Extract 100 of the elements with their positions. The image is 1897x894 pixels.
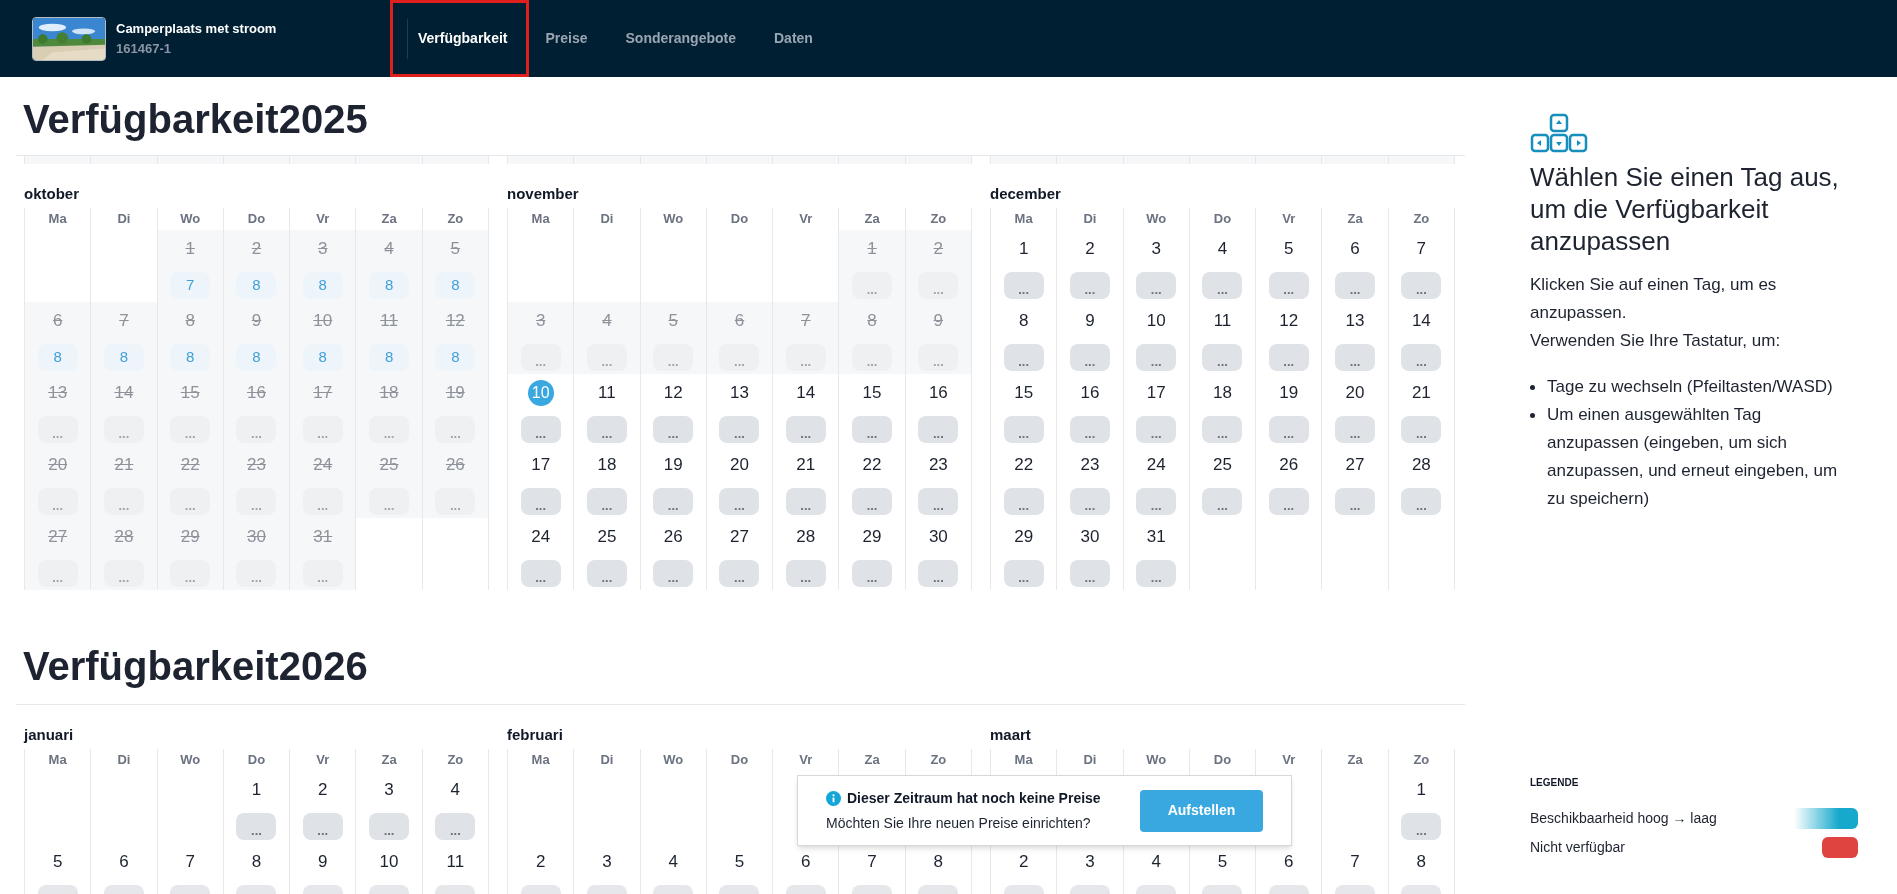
availability-chip[interactable]: ... (236, 488, 277, 515)
setup-button[interactable]: Aufstellen (1140, 789, 1263, 832)
availability-chip[interactable]: ... (653, 488, 694, 515)
availability-chip[interactable]: ... (1268, 344, 1309, 371)
availability-chip[interactable]: ... (918, 416, 959, 443)
availability-chip[interactable]: 8 (236, 344, 277, 371)
availability-chip[interactable]: ... (918, 560, 959, 587)
availability-chip[interactable]: ... (170, 560, 211, 587)
availability-chip[interactable]: ... (852, 560, 893, 587)
day-number[interactable]: 12 (663, 380, 683, 406)
availability-chip[interactable]: ... (369, 813, 410, 840)
day-number[interactable]: 1 (1018, 236, 1029, 262)
availability-chip[interactable]: ... (520, 488, 561, 515)
availability-chip[interactable]: ... (1069, 344, 1110, 371)
availability-chip[interactable]: 8 (435, 344, 476, 371)
day-number[interactable]: 3 (318, 236, 328, 262)
day-number[interactable]: 25 (379, 452, 399, 478)
day-number[interactable]: 21 (114, 452, 134, 478)
availability-chip[interactable]: ... (918, 488, 959, 515)
availability-chip[interactable]: ... (302, 416, 343, 443)
day-number[interactable]: 28 (796, 524, 816, 550)
day-number[interactable]: 16 (928, 380, 948, 406)
day-number[interactable]: 4 (384, 236, 394, 262)
availability-chip[interactable]: ... (1268, 272, 1309, 299)
day-number[interactable]: 27 (1345, 452, 1365, 478)
day-number[interactable]: 21 (1411, 380, 1431, 406)
day-number[interactable]: 7 (185, 849, 195, 875)
day-number[interactable]: 3 (384, 777, 394, 803)
day-number[interactable]: 7 (119, 308, 129, 334)
availability-chip[interactable]: ... (302, 813, 343, 840)
day-number[interactable]: 8 (1018, 308, 1029, 334)
availability-chip[interactable]: ... (520, 416, 561, 443)
day-number[interactable]: 7 (1416, 236, 1427, 262)
availability-chip[interactable]: ... (236, 416, 277, 443)
day-number[interactable]: 18 (1213, 380, 1232, 406)
day-number[interactable]: 8 (933, 849, 944, 875)
day-number[interactable]: 15 (862, 380, 882, 406)
availability-chip[interactable]: ... (1335, 344, 1376, 371)
availability-chip[interactable]: ... (1136, 488, 1177, 515)
day-number[interactable]: 10 (1146, 308, 1166, 334)
availability-chip[interactable]: ... (37, 488, 78, 515)
availability-chip[interactable]: ... (302, 560, 343, 587)
availability-chip[interactable]: ... (586, 560, 627, 587)
day-number[interactable]: 11 (598, 380, 616, 406)
availability-chip[interactable]: ... (1136, 272, 1177, 299)
availability-chip[interactable]: ... (1202, 272, 1243, 299)
availability-chip[interactable]: ... (719, 488, 760, 515)
availability-chip[interactable]: ... (1401, 416, 1442, 443)
day-number[interactable]: 22 (180, 452, 200, 478)
day-number[interactable]: 23 (1080, 452, 1100, 478)
day-number[interactable]: 1 (867, 236, 877, 262)
day-number[interactable]: 9 (318, 849, 328, 875)
day-number[interactable]: 22 (1014, 452, 1034, 478)
day-number[interactable]: 5 (1217, 849, 1228, 875)
availability-chip[interactable]: ... (719, 560, 760, 587)
availability-chip[interactable]: ... (1202, 488, 1243, 515)
availability-chip[interactable]: 8 (302, 272, 343, 299)
availability-chip[interactable]: ... (103, 416, 144, 443)
availability-chip[interactable]: ... (1003, 272, 1044, 299)
availability-chip[interactable]: ... (37, 560, 78, 587)
nav-tab[interactable]: Daten (764, 28, 823, 49)
availability-chip[interactable]: ... (1268, 416, 1309, 443)
availability-chip[interactable]: ... (1268, 488, 1309, 515)
availability-chip[interactable]: ... (1003, 560, 1044, 587)
day-number[interactable]: 5 (450, 236, 461, 262)
availability-chip[interactable]: ... (435, 488, 476, 515)
day-number[interactable]: 28 (114, 524, 134, 550)
availability-chip[interactable]: ... (1335, 488, 1376, 515)
day-number[interactable]: 8 (867, 308, 877, 334)
day-number[interactable]: 20 (48, 452, 68, 478)
day-number[interactable]: 5 (668, 308, 678, 334)
day-number[interactable]: 2 (1018, 849, 1029, 875)
day-number[interactable]: 7 (1350, 849, 1360, 875)
day-number[interactable]: 7 (867, 849, 877, 875)
day-number[interactable]: 2 (318, 777, 328, 803)
day-number[interactable]: 8 (1416, 849, 1427, 875)
availability-chip[interactable]: ... (1069, 488, 1110, 515)
availability-chip[interactable]: ... (719, 416, 760, 443)
day-number[interactable]: 18 (597, 452, 617, 478)
availability-chip[interactable]: 8 (369, 272, 410, 299)
day-number[interactable]: 6 (119, 849, 129, 875)
day-number[interactable]: 2 (251, 236, 262, 262)
day-number[interactable]: 17 (1146, 380, 1166, 406)
availability-chip[interactable]: ... (1069, 560, 1110, 587)
day-number[interactable]: 22 (862, 452, 882, 478)
day-number[interactable]: 11 (380, 308, 398, 334)
availability-chip[interactable]: ... (586, 344, 627, 371)
availability-chip[interactable]: ... (369, 416, 410, 443)
day-number[interactable]: 5 (52, 849, 63, 875)
day-number[interactable]: 11 (446, 849, 465, 875)
availability-chip[interactable]: ... (1069, 272, 1110, 299)
day-number[interactable]: 14 (1411, 308, 1431, 334)
day-number[interactable]: 26 (445, 452, 465, 478)
day-number[interactable]: 4 (668, 849, 678, 875)
day-number[interactable]: 19 (1279, 380, 1299, 406)
day-number[interactable]: 9 (1085, 308, 1095, 334)
day-number[interactable]: 30 (1080, 524, 1100, 550)
availability-chip[interactable]: 7 (170, 272, 211, 299)
day-number[interactable]: 17 (531, 452, 551, 478)
availability-chip[interactable]: ... (103, 488, 144, 515)
